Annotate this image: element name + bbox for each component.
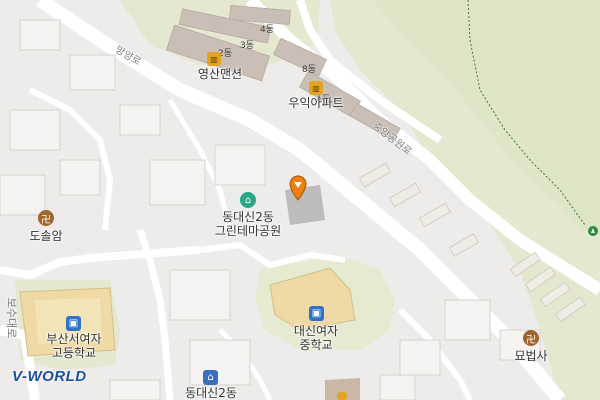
school-icon[interactable]: ▣	[309, 306, 324, 321]
label-dosolam[interactable]: 도솔암	[29, 229, 62, 243]
label-park-line2[interactable]: 그린테마공원	[215, 224, 281, 238]
label-myobeopsa[interactable]: 묘법사	[514, 349, 547, 363]
label-daeshin-girls-ms-line2[interactable]: 중학교	[299, 338, 332, 352]
school-icon[interactable]: ▣	[66, 316, 81, 331]
label-busan-girls-hs-line2[interactable]: 고등학교	[52, 346, 96, 360]
vworld-logo: V-WORLD	[12, 368, 87, 385]
building-label-4dong: 4동	[260, 25, 275, 35]
park-icon[interactable]: ⌂	[240, 192, 256, 208]
label-dongdaesin2dong-office[interactable]: 동대신2동	[185, 386, 237, 400]
map-canvas[interactable]: 망양로 중앙공원로 보수대로 4동 3동 2동 8동 A동 ▥ 영산맨션 ▥ 우…	[0, 0, 600, 400]
label-park-line1[interactable]: 동대신2동	[222, 210, 274, 224]
road-label-bosu: 보수대로	[5, 297, 19, 339]
label-wooik-apt[interactable]: 우익아파트	[288, 96, 343, 110]
apartment-icon[interactable]: ▥	[309, 81, 323, 95]
building-label-8dong: 8동	[302, 65, 317, 75]
building-label-3dong: 3동	[240, 41, 255, 51]
apartment-icon[interactable]	[337, 392, 347, 400]
direction-arrow-icon[interactable]	[587, 225, 599, 237]
apartment-icon[interactable]: ▥	[207, 52, 221, 66]
label-daeshin-girls-ms-line1[interactable]: 대신여자	[294, 324, 338, 338]
community-center-icon[interactable]: ⌂	[203, 370, 218, 385]
temple-icon[interactable]: 卍	[38, 210, 54, 226]
label-busan-girls-hs-line1[interactable]: 부산서여자	[46, 332, 101, 346]
label-yeongsan-mansion[interactable]: 영산맨션	[198, 67, 242, 81]
temple-icon[interactable]: 卍	[523, 330, 539, 346]
location-pin-icon[interactable]	[288, 175, 308, 201]
